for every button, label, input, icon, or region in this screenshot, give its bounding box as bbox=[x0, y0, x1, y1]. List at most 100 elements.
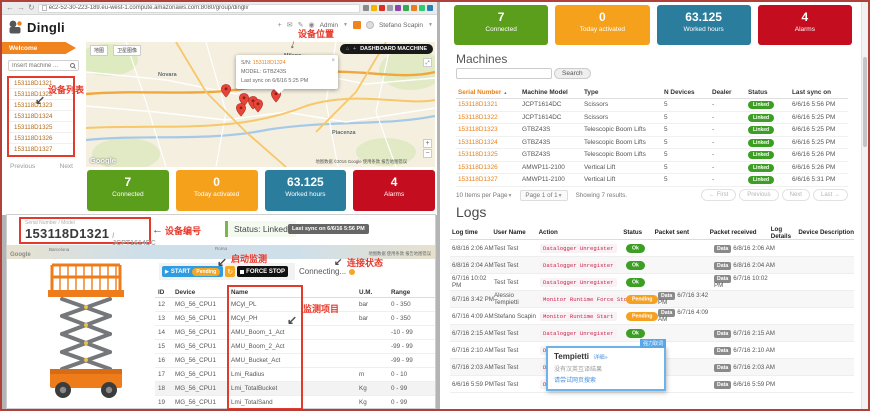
extension-icon[interactable] bbox=[427, 5, 433, 11]
data-badge[interactable]: Data bbox=[714, 347, 731, 355]
search-icon[interactable] bbox=[70, 63, 75, 68]
extension-icon[interactable] bbox=[395, 5, 401, 11]
extension-icon[interactable] bbox=[411, 5, 417, 11]
table-row[interactable]: 153118D1323 GTBZ43S Telescopic Boom Lift… bbox=[456, 124, 848, 137]
serial-link[interactable]: 153118D1323 bbox=[456, 126, 522, 133]
dashboard-macchine-bar[interactable]: ⌂ + DASHBOARD MACCHINE bbox=[340, 44, 433, 54]
column-header[interactable]: Device bbox=[798, 229, 820, 236]
device-list-item[interactable]: 153118D1325 bbox=[9, 122, 73, 133]
device-list-item[interactable]: 153118D1326 bbox=[9, 133, 73, 144]
data-badge[interactable]: Data bbox=[714, 364, 731, 372]
column-header[interactable]: Description bbox=[820, 229, 854, 236]
start-button[interactable]: ▶ START Pending bbox=[162, 266, 223, 277]
bookmark-star-icon[interactable] bbox=[371, 5, 377, 11]
next-page-button[interactable]: Next bbox=[782, 189, 810, 201]
web-search-link[interactable]: 请尝试网页搜索 bbox=[554, 375, 658, 384]
table-row[interactable]: 153118D1327 AMWP11-2100 Vertical Lift 5 … bbox=[456, 174, 848, 187]
language-flag-icon[interactable] bbox=[353, 21, 361, 29]
column-header[interactable]: Status bbox=[623, 229, 654, 236]
cell-user-name: Test Test bbox=[494, 245, 540, 252]
status-badge: Ok bbox=[626, 244, 645, 253]
machines-search-input[interactable] bbox=[456, 68, 552, 79]
table-row[interactable]: 153118D1321 JCPT1614DC Scissors 5 - Link… bbox=[456, 99, 848, 112]
column-header[interactable]: Packet sent bbox=[655, 229, 710, 236]
cell-n-devices: 5 bbox=[664, 139, 712, 146]
column-header[interactable]: Log Details bbox=[771, 226, 799, 240]
extension-icon[interactable] bbox=[403, 5, 409, 11]
browser-forward-icon[interactable]: → bbox=[17, 4, 25, 12]
serial-link[interactable]: 153118D1322 bbox=[456, 114, 522, 121]
table-row: 14 MG_56_CPU1 AMU_Boom_1_Act -10 - 99 bbox=[155, 326, 435, 340]
serial-link[interactable]: 153118D1325 bbox=[456, 151, 522, 158]
sidebar-welcome-tab[interactable]: Welcome bbox=[2, 42, 76, 54]
fullscreen-icon[interactable]: ⤢ bbox=[423, 58, 432, 67]
cell-dealer: - bbox=[712, 139, 748, 146]
table-row[interactable]: 153118D1322 JCPT1614DC Scissors 5 - Link… bbox=[456, 112, 848, 125]
zoom-out-button[interactable]: − bbox=[423, 149, 432, 158]
address-bar[interactable]: ec2-52-30-223-189.eu-west-1.compute.amaz… bbox=[38, 4, 360, 13]
previous-link[interactable]: Previous bbox=[10, 163, 35, 170]
serial-link[interactable]: 153118D1321 bbox=[456, 101, 522, 108]
column-header[interactable]: User Name bbox=[493, 229, 538, 236]
add-icon[interactable]: + bbox=[278, 22, 282, 29]
avatar bbox=[366, 21, 374, 29]
extension-icon[interactable] bbox=[379, 5, 385, 11]
status-badge: Linked bbox=[748, 176, 774, 184]
column-header[interactable]: Machine Model bbox=[522, 89, 584, 96]
column-header-serial[interactable]: Serial Number▲ bbox=[456, 89, 522, 96]
cell-name: MCyl_PL bbox=[231, 301, 301, 308]
previous-page-button[interactable]: Previous bbox=[739, 189, 778, 201]
cell-last-sync: 6/6/16 5:25 PM bbox=[792, 126, 848, 133]
data-badge[interactable]: Data bbox=[714, 245, 731, 253]
cell-packet-received: Data6/7/16 2:10 AM bbox=[714, 347, 776, 354]
first-page-button[interactable]: ← First bbox=[701, 189, 736, 201]
user-menu[interactable]: Stefano Scapin bbox=[379, 22, 423, 29]
scissor-lift-image bbox=[29, 257, 141, 407]
column-header[interactable]: Status bbox=[748, 89, 792, 96]
page-dropdown[interactable]: Page 1 of 1▼ bbox=[520, 190, 567, 201]
serial-link[interactable]: 153118D1327 bbox=[456, 176, 522, 183]
search-button[interactable]: Search bbox=[554, 68, 591, 79]
column-header[interactable]: Dealer bbox=[712, 89, 748, 96]
scrollbar[interactable] bbox=[861, 2, 868, 409]
column-header[interactable]: Action bbox=[539, 229, 624, 236]
device-list-item[interactable]: 153118D1324 bbox=[9, 111, 73, 122]
scrollbar-thumb[interactable] bbox=[863, 57, 867, 147]
app-header: Dingli + ✉ ✎ ◉ Admin ▼ Stefano Scapin ▼ bbox=[2, 15, 437, 42]
browser-refresh-icon[interactable]: ↻ bbox=[28, 4, 35, 12]
column-header[interactable]: Packet received bbox=[710, 229, 771, 236]
browser-back-icon[interactable]: ← bbox=[6, 4, 14, 12]
last-page-button[interactable]: Last → bbox=[813, 189, 848, 201]
next-link[interactable]: Next bbox=[60, 163, 73, 170]
annotation-device-list: 设备列表 bbox=[48, 83, 84, 96]
table-row[interactable]: 153118D1324 GTBZ43S Telescopic Boom Lift… bbox=[456, 137, 848, 150]
data-badge[interactable]: Data bbox=[714, 262, 731, 270]
table-row: 12 MG_56_CPU1 MCyl_PL bar 0 - 350 bbox=[155, 298, 435, 312]
machines-map[interactable]: 地图 卫星图像 Milano Novara Piacenza × S/N: 15… bbox=[86, 42, 435, 167]
extension-icon[interactable] bbox=[419, 5, 425, 11]
serial-link[interactable]: 153118D1324 bbox=[456, 139, 522, 146]
column-header[interactable]: Log time bbox=[450, 229, 493, 236]
info-serial-link[interactable]: 153118D1324 bbox=[253, 60, 286, 66]
force-stop-button[interactable]: FORCE STOP bbox=[237, 266, 288, 277]
status-badge: Linked bbox=[748, 101, 774, 109]
extension-icon[interactable] bbox=[363, 5, 369, 11]
column-header[interactable]: Type bbox=[584, 89, 664, 96]
dingli-logo[interactable]: Dingli bbox=[8, 19, 65, 35]
items-per-page-dropdown[interactable]: 10 Items per Page▼ bbox=[456, 192, 512, 199]
zoom-in-button[interactable]: + bbox=[423, 139, 432, 148]
serial-link[interactable]: 153118D1326 bbox=[456, 164, 522, 171]
column-header[interactable]: N Devices bbox=[664, 89, 712, 96]
table-body: 153118D1321 JCPT1614DC Scissors 5 - Link… bbox=[456, 99, 848, 187]
mail-icon[interactable]: ✉ bbox=[287, 22, 293, 29]
close-icon[interactable]: × bbox=[331, 56, 335, 66]
extension-icon[interactable] bbox=[387, 5, 393, 11]
data-badge[interactable]: Data bbox=[714, 330, 731, 338]
machine-search-input[interactable] bbox=[12, 63, 70, 69]
table-row[interactable]: 153118D1326 AMWP11-2100 Vertical Lift 5 … bbox=[456, 162, 848, 175]
data-badge[interactable]: Data bbox=[714, 381, 731, 389]
table-row[interactable]: 153118D1325 GTBZ43S Telescopic Boom Lift… bbox=[456, 149, 848, 162]
details-link[interactable]: 详细» bbox=[594, 355, 608, 361]
column-header[interactable]: Last sync on bbox=[792, 89, 848, 96]
device-list-item[interactable]: 153118D1327 bbox=[9, 144, 73, 155]
